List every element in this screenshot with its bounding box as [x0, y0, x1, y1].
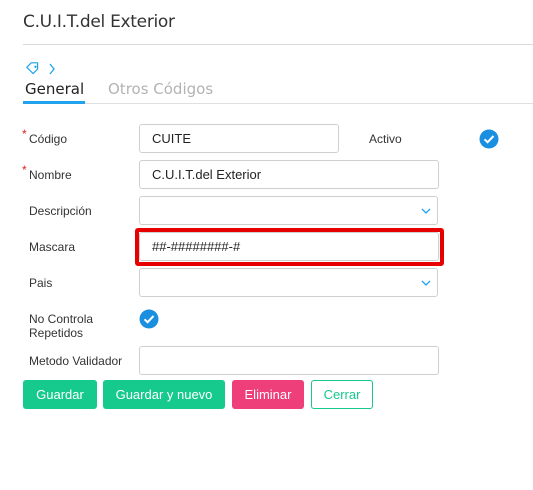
page-title: C.U.I.T.del Exterior	[23, 12, 175, 32]
pais-label: Pais	[29, 276, 53, 290]
activo-checkbox[interactable]	[479, 129, 499, 149]
required-mark: *	[22, 127, 27, 141]
codigo-input[interactable]: CUITE	[139, 124, 339, 153]
tab-otros-codigos[interactable]: Otros Códigos	[108, 80, 213, 98]
tab-divider	[23, 103, 533, 104]
no-controla-label-line1: No Controla	[29, 312, 94, 326]
metodo-validador-label: Metodo Validador	[29, 354, 123, 368]
descripcion-label: Descripción	[29, 204, 92, 218]
required-mark: *	[22, 163, 27, 177]
title-divider	[23, 44, 533, 45]
tab-general[interactable]: General	[25, 80, 84, 98]
codigo-label: Código	[29, 132, 68, 146]
activo-label: Activo	[369, 132, 402, 146]
nombre-input[interactable]: C.U.I.T.del Exterior	[139, 160, 439, 189]
nombre-value: C.U.I.T.del Exterior	[152, 167, 262, 182]
codigo-value: CUITE	[152, 131, 191, 146]
cerrar-button[interactable]: Cerrar	[311, 380, 373, 409]
pais-select[interactable]	[139, 268, 438, 297]
no-controla-label-line2: Repetidos	[29, 326, 84, 340]
chevron-down-icon	[421, 208, 431, 214]
no-controla-repetidos-label: No Controla Repetidos	[29, 312, 93, 340]
guardar-button[interactable]: Guardar	[23, 380, 97, 409]
chevron-right-icon	[49, 63, 55, 75]
tag-icon[interactable]	[25, 62, 41, 76]
eliminar-button[interactable]: Eliminar	[232, 380, 304, 409]
highlight-box	[135, 228, 444, 266]
no-controla-repetidos-checkbox[interactable]	[139, 309, 159, 329]
mascara-label: Mascara	[29, 240, 76, 254]
chevron-down-icon	[421, 280, 431, 286]
metodo-validador-input[interactable]	[139, 346, 439, 375]
descripcion-select[interactable]	[139, 196, 438, 225]
guardar-y-nuevo-button[interactable]: Guardar y nuevo	[103, 380, 225, 409]
nombre-label: Nombre	[29, 168, 72, 182]
tab-active-indicator	[23, 101, 85, 104]
